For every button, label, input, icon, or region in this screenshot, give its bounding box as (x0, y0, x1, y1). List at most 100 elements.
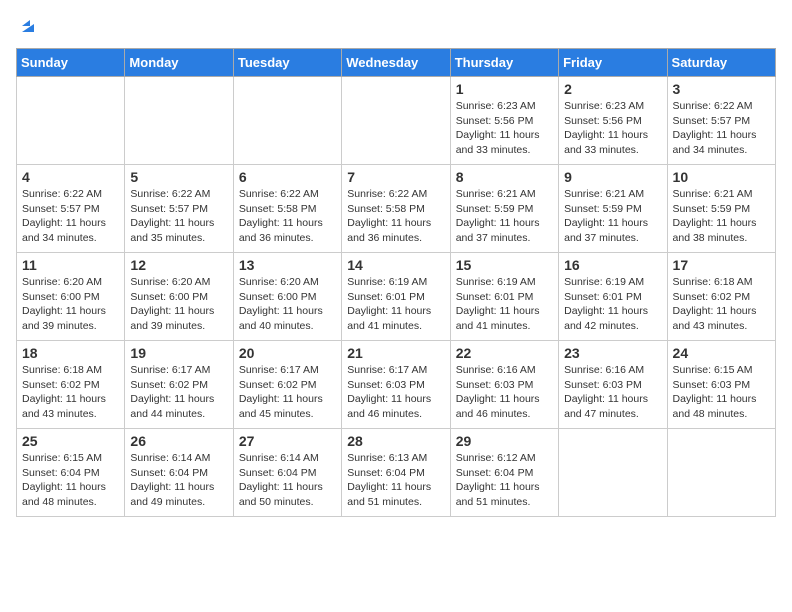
calendar-cell: 16Sunrise: 6:19 AM Sunset: 6:01 PM Dayli… (559, 253, 667, 341)
calendar-week-1: 4 Sunrise: 6:22 AM Sunset: 5:57 PM Daylig… (17, 165, 776, 253)
day-number: 16 (564, 257, 661, 273)
day-number: 11 (22, 257, 119, 273)
day-number: 12 (130, 257, 227, 273)
calendar-cell: 15Sunrise: 6:19 AM Sunset: 6:01 PM Dayli… (450, 253, 558, 341)
calendar-cell: 9 Sunrise: 6:21 AM Sunset: 5:59 PM Daylig… (559, 165, 667, 253)
calendar-cell: 26 Sunrise: 6:14 AM Sunset: 6:04 PM Dayli… (125, 429, 233, 517)
calendar-cell: 19 Sunrise: 6:17 AM Sunset: 6:02 PM Dayli… (125, 341, 233, 429)
day-number: 28 (347, 433, 444, 449)
day-number: 6 (239, 169, 336, 185)
day-info: Sunrise: 6:16 AM Sunset: 6:03 PM Dayligh… (456, 364, 540, 420)
calendar-week-0: 1 Sunrise: 6:23 AM Sunset: 5:56 PM Daylig… (17, 77, 776, 165)
day-info: Sunrise: 6:21 AM Sunset: 5:59 PM Dayligh… (673, 188, 757, 244)
day-info: Sunrise: 6:22 AM Sunset: 5:57 PM Dayligh… (673, 100, 757, 156)
calendar-cell: 18 Sunrise: 6:18 AM Sunset: 6:02 PM Dayli… (17, 341, 125, 429)
day-info: Sunrise: 6:17 AM Sunset: 6:02 PM Dayligh… (130, 364, 214, 420)
day-number: 23 (564, 345, 661, 361)
calendar-cell: 14 Sunrise: 6:19 AM Sunset: 6:01 PM Dayli… (342, 253, 450, 341)
calendar-cell: 10Sunrise: 6:21 AM Sunset: 5:59 PM Dayli… (667, 165, 775, 253)
day-info: Sunrise: 6:14 AM Sunset: 6:04 PM Dayligh… (239, 452, 323, 508)
calendar-cell (17, 77, 125, 165)
day-info: Sunrise: 6:13 AM Sunset: 6:04 PM Dayligh… (347, 452, 431, 508)
day-info: Sunrise: 6:22 AM Sunset: 5:57 PM Dayligh… (22, 188, 106, 244)
day-number: 9 (564, 169, 661, 185)
calendar-cell: 27 Sunrise: 6:14 AM Sunset: 6:04 PM Dayli… (233, 429, 341, 517)
day-number: 8 (456, 169, 553, 185)
day-info: Sunrise: 6:15 AM Sunset: 6:04 PM Dayligh… (22, 452, 106, 508)
day-info: Sunrise: 6:23 AM Sunset: 5:56 PM Dayligh… (564, 100, 648, 156)
day-number: 7 (347, 169, 444, 185)
weekday-header-wednesday: Wednesday (342, 49, 450, 77)
day-number: 24 (673, 345, 770, 361)
day-number: 14 (347, 257, 444, 273)
calendar-cell: 13 Sunrise: 6:20 AM Sunset: 6:00 PM Dayli… (233, 253, 341, 341)
calendar-cell: 23Sunrise: 6:16 AM Sunset: 6:03 PM Dayli… (559, 341, 667, 429)
day-number: 17 (673, 257, 770, 273)
day-number: 27 (239, 433, 336, 449)
calendar-week-4: 25 Sunrise: 6:15 AM Sunset: 6:04 PM Dayli… (17, 429, 776, 517)
day-number: 1 (456, 81, 553, 97)
day-info: Sunrise: 6:21 AM Sunset: 5:59 PM Dayligh… (564, 188, 648, 244)
day-number: 26 (130, 433, 227, 449)
day-info: Sunrise: 6:20 AM Sunset: 6:00 PM Dayligh… (22, 276, 106, 332)
day-number: 20 (239, 345, 336, 361)
day-info: Sunrise: 6:12 AM Sunset: 6:04 PM Dayligh… (456, 452, 540, 508)
calendar-table: SundayMondayTuesdayWednesdayThursdayFrid… (16, 48, 776, 517)
calendar-cell: 3 Sunrise: 6:22 AM Sunset: 5:57 PM Daylig… (667, 77, 775, 165)
weekday-header-tuesday: Tuesday (233, 49, 341, 77)
calendar-cell: 20 Sunrise: 6:17 AM Sunset: 6:02 PM Dayli… (233, 341, 341, 429)
logo-triangle-icon (18, 16, 38, 36)
day-info: Sunrise: 6:22 AM Sunset: 5:58 PM Dayligh… (347, 188, 431, 244)
calendar-cell: 6 Sunrise: 6:22 AM Sunset: 5:58 PM Daylig… (233, 165, 341, 253)
day-number: 29 (456, 433, 553, 449)
day-info: Sunrise: 6:15 AM Sunset: 6:03 PM Dayligh… (673, 364, 757, 420)
day-number: 25 (22, 433, 119, 449)
day-number: 15 (456, 257, 553, 273)
day-info: Sunrise: 6:14 AM Sunset: 6:04 PM Dayligh… (130, 452, 214, 508)
day-number: 2 (564, 81, 661, 97)
calendar-cell: 11 Sunrise: 6:20 AM Sunset: 6:00 PM Dayli… (17, 253, 125, 341)
day-info: Sunrise: 6:17 AM Sunset: 6:03 PM Dayligh… (347, 364, 431, 420)
day-number: 19 (130, 345, 227, 361)
weekday-header-sunday: Sunday (17, 49, 125, 77)
day-info: Sunrise: 6:22 AM Sunset: 5:57 PM Dayligh… (130, 188, 214, 244)
calendar-cell: 28 Sunrise: 6:13 AM Sunset: 6:04 PM Dayli… (342, 429, 450, 517)
calendar-cell: 8 Sunrise: 6:21 AM Sunset: 5:59 PM Daylig… (450, 165, 558, 253)
calendar-cell (125, 77, 233, 165)
calendar-cell (233, 77, 341, 165)
day-number: 5 (130, 169, 227, 185)
calendar-cell: 24 Sunrise: 6:15 AM Sunset: 6:03 PM Dayli… (667, 341, 775, 429)
day-number: 4 (22, 169, 119, 185)
day-info: Sunrise: 6:22 AM Sunset: 5:58 PM Dayligh… (239, 188, 323, 244)
calendar-cell (342, 77, 450, 165)
calendar-cell: 4 Sunrise: 6:22 AM Sunset: 5:57 PM Daylig… (17, 165, 125, 253)
calendar-week-3: 18 Sunrise: 6:18 AM Sunset: 6:02 PM Dayli… (17, 341, 776, 429)
day-info: Sunrise: 6:21 AM Sunset: 5:59 PM Dayligh… (456, 188, 540, 244)
day-info: Sunrise: 6:19 AM Sunset: 6:01 PM Dayligh… (347, 276, 431, 332)
day-number: 3 (673, 81, 770, 97)
weekday-header-friday: Friday (559, 49, 667, 77)
day-number: 21 (347, 345, 444, 361)
day-number: 13 (239, 257, 336, 273)
calendar-cell: 21 Sunrise: 6:17 AM Sunset: 6:03 PM Dayli… (342, 341, 450, 429)
calendar-cell (559, 429, 667, 517)
weekday-header-row: SundayMondayTuesdayWednesdayThursdayFrid… (17, 49, 776, 77)
weekday-header-monday: Monday (125, 49, 233, 77)
calendar-cell: 1 Sunrise: 6:23 AM Sunset: 5:56 PM Daylig… (450, 77, 558, 165)
day-info: Sunrise: 6:18 AM Sunset: 6:02 PM Dayligh… (673, 276, 757, 332)
calendar-cell (667, 429, 775, 517)
calendar-cell: 5 Sunrise: 6:22 AM Sunset: 5:57 PM Daylig… (125, 165, 233, 253)
day-number: 22 (456, 345, 553, 361)
calendar-cell: 25 Sunrise: 6:15 AM Sunset: 6:04 PM Dayli… (17, 429, 125, 517)
day-info: Sunrise: 6:23 AM Sunset: 5:56 PM Dayligh… (456, 100, 540, 156)
weekday-header-saturday: Saturday (667, 49, 775, 77)
day-info: Sunrise: 6:17 AM Sunset: 6:02 PM Dayligh… (239, 364, 323, 420)
header (16, 16, 776, 36)
day-number: 18 (22, 345, 119, 361)
day-info: Sunrise: 6:20 AM Sunset: 6:00 PM Dayligh… (239, 276, 323, 332)
calendar-cell: 12Sunrise: 6:20 AM Sunset: 6:00 PM Dayli… (125, 253, 233, 341)
calendar-cell: 17 Sunrise: 6:18 AM Sunset: 6:02 PM Dayli… (667, 253, 775, 341)
day-info: Sunrise: 6:18 AM Sunset: 6:02 PM Dayligh… (22, 364, 106, 420)
logo (16, 16, 38, 36)
calendar-week-2: 11 Sunrise: 6:20 AM Sunset: 6:00 PM Dayli… (17, 253, 776, 341)
